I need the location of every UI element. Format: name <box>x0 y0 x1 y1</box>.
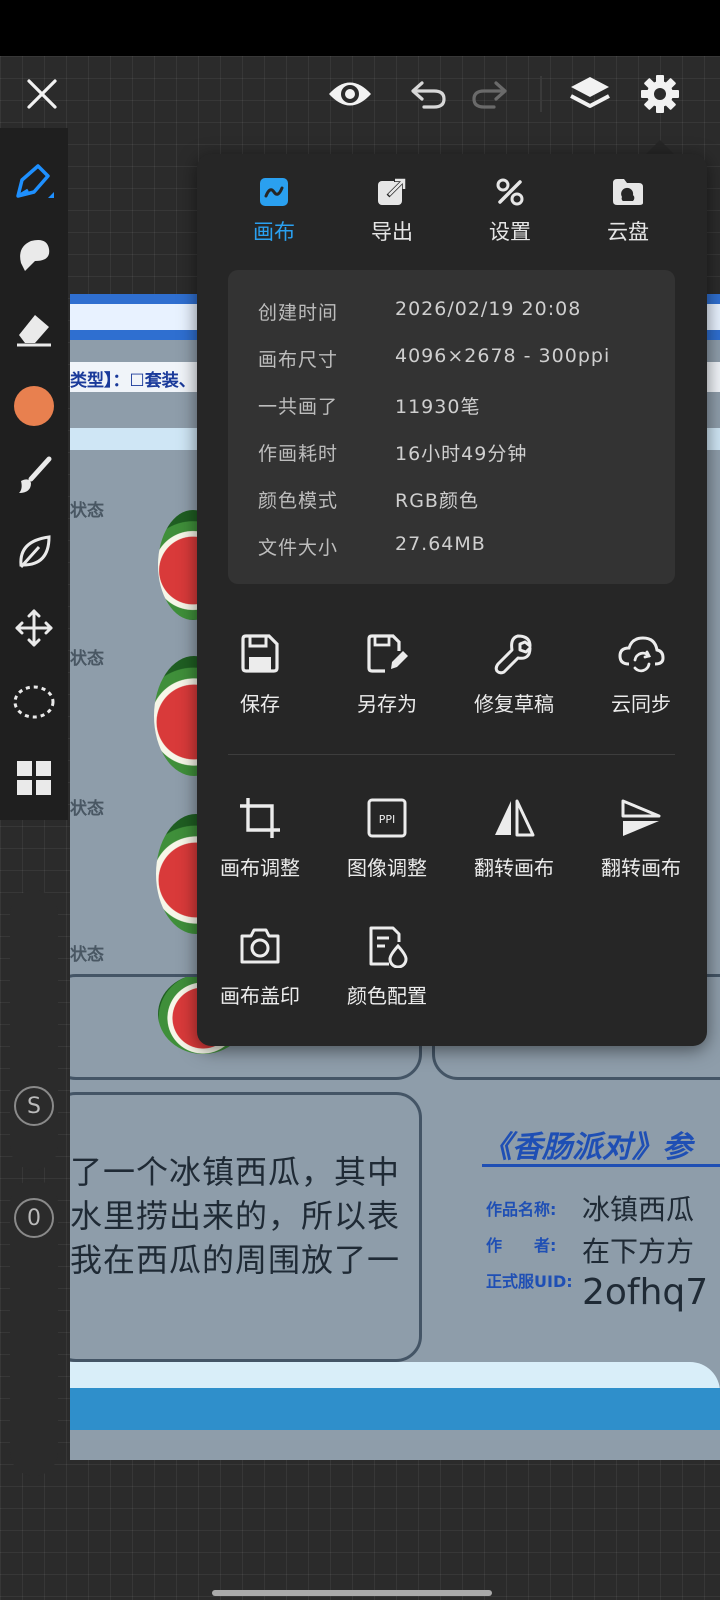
tab-label: 云盘 <box>607 220 649 244</box>
left-toolbar <box>0 128 68 820</box>
action-label: 图像调整 <box>347 856 427 880</box>
wrench-icon <box>452 628 576 680</box>
camera-icon <box>198 920 322 972</box>
tab-label: 设置 <box>489 220 531 244</box>
action-label: 颜色配置 <box>347 984 427 1008</box>
info-key: 画布尺寸 <box>258 349 339 371</box>
cloud-sync-icon <box>579 628 703 680</box>
action-label: 翻转画布 <box>474 856 554 880</box>
divider <box>228 754 675 755</box>
flip-horizontal-button[interactable]: 翻转画布 <box>452 792 576 882</box>
artwork-info-value: 2ofhq7 <box>582 1272 709 1313</box>
info-row: 一共画了 11930笔 <box>258 392 658 422</box>
artwork-info-label: 作品名称: <box>486 1200 557 1219</box>
color-swatch[interactable] <box>14 386 54 426</box>
info-value: 2026/02/19 20:08 <box>395 298 582 320</box>
move-icon[interactable] <box>8 602 60 654</box>
tab-label: 画布 <box>253 220 295 244</box>
status-bar <box>0 0 720 56</box>
image-adjust-button[interactable]: PPI 图像调整 <box>325 792 449 882</box>
info-row: 创建时间 2026/02/19 20:08 <box>258 298 658 328</box>
save-as-icon <box>325 628 449 680</box>
action-label: 另存为 <box>357 692 417 716</box>
info-value: RGB颜色 <box>395 490 479 512</box>
pen-icon[interactable] <box>8 156 60 208</box>
brush-icon[interactable] <box>8 450 60 502</box>
action-label: 修复草稿 <box>474 692 554 716</box>
info-key: 创建时间 <box>258 302 339 324</box>
info-row: 文件大小 27.64MB <box>258 533 658 563</box>
info-row: 画布尺寸 4096×2678 - 300ppi <box>258 345 658 375</box>
grid-icon[interactable] <box>8 752 60 804</box>
export-icon <box>337 174 447 210</box>
flip-horizontal-icon <box>452 792 576 844</box>
info-value: 27.64MB <box>395 533 486 555</box>
action-label: 保存 <box>240 692 280 716</box>
save-as-button[interactable]: 另存为 <box>325 628 449 718</box>
ppi-icon: PPI <box>325 792 449 844</box>
artwork-info-label: 正式服UID: <box>486 1272 573 1291</box>
artwork-info-label: 作 者: <box>486 1236 557 1255</box>
redo-icon[interactable] <box>466 70 514 118</box>
info-value: 16小时49分钟 <box>395 443 528 465</box>
tab-canvas[interactable]: 画布 <box>219 174 329 254</box>
eye-icon[interactable] <box>326 70 374 118</box>
tab-settings[interactable]: 设置 <box>455 174 565 254</box>
undo-icon[interactable] <box>404 70 452 118</box>
artwork-title: 《香肠派对》参 <box>482 1130 692 1165</box>
save-button[interactable]: 保存 <box>198 628 322 718</box>
canvas-adjust-button[interactable]: 画布调整 <box>198 792 322 882</box>
flip-vertical-button[interactable]: 翻转画布 <box>579 792 703 882</box>
artwork-info-value: 冰镇西瓜 <box>582 1193 695 1226</box>
eraser-icon[interactable] <box>8 302 60 354</box>
opacity-slider-label: 0 <box>14 1198 54 1238</box>
smudge-icon[interactable] <box>8 228 60 280</box>
info-row: 作画耗时 16小时49分钟 <box>258 439 658 469</box>
tab-export[interactable]: 导出 <box>337 174 447 254</box>
flip-vertical-icon <box>579 792 703 844</box>
info-key: 颜色模式 <box>258 490 339 512</box>
info-row: 颜色模式 RGB颜色 <box>258 486 658 516</box>
info-value: 11930笔 <box>395 396 481 418</box>
action-label: 画布调整 <box>220 856 300 880</box>
size-slider[interactable] <box>10 890 58 1170</box>
action-label: 画布盖印 <box>220 984 300 1008</box>
color-profile-icon <box>325 920 449 972</box>
color-profile-button[interactable]: 颜色配置 <box>325 920 449 1010</box>
settings-tools-icon <box>455 174 565 210</box>
size-slider-label: S <box>14 1086 54 1126</box>
layers-icon[interactable] <box>566 70 614 118</box>
leaf-icon[interactable] <box>8 526 60 578</box>
info-key: 文件大小 <box>258 537 339 559</box>
canvas-info-card: 创建时间 2026/02/19 20:08 画布尺寸 4096×2678 - 3… <box>228 270 675 584</box>
canvas-icon <box>219 174 329 210</box>
home-indicator[interactable] <box>212 1590 492 1596</box>
canvas-stamp-button[interactable]: 画布盖印 <box>198 920 322 1010</box>
info-key: 一共画了 <box>258 396 339 418</box>
artwork-info-value: 在下方方 <box>582 1235 695 1268</box>
tab-cloud-drive[interactable]: 云盘 <box>573 174 683 254</box>
gear-icon[interactable] <box>636 70 684 118</box>
lasso-icon[interactable] <box>8 676 60 728</box>
close-icon[interactable] <box>18 70 66 118</box>
crop-icon <box>198 792 322 844</box>
canvas-menu-panel: 画布 导出 设置 云盘 创建时间 2026/02/19 20:08 画布尺寸 4… <box>197 154 707 1046</box>
cloud-drive-icon <box>573 174 683 210</box>
tab-label: 导出 <box>371 220 413 244</box>
svg-text:PPI: PPI <box>379 813 396 826</box>
info-value: 4096×2678 - 300ppi <box>395 345 611 367</box>
artwork-story-text: 了一个冰镇西瓜，其中 水里捞出来的，所以表 我在西瓜的周围放了一 <box>70 1153 401 1279</box>
cloud-sync-button[interactable]: 云同步 <box>579 628 703 718</box>
action-label: 翻转画布 <box>601 856 681 880</box>
action-label: 云同步 <box>611 692 671 716</box>
info-key: 作画耗时 <box>258 443 339 465</box>
repair-draft-button[interactable]: 修复草稿 <box>452 628 576 718</box>
save-icon <box>198 628 322 680</box>
